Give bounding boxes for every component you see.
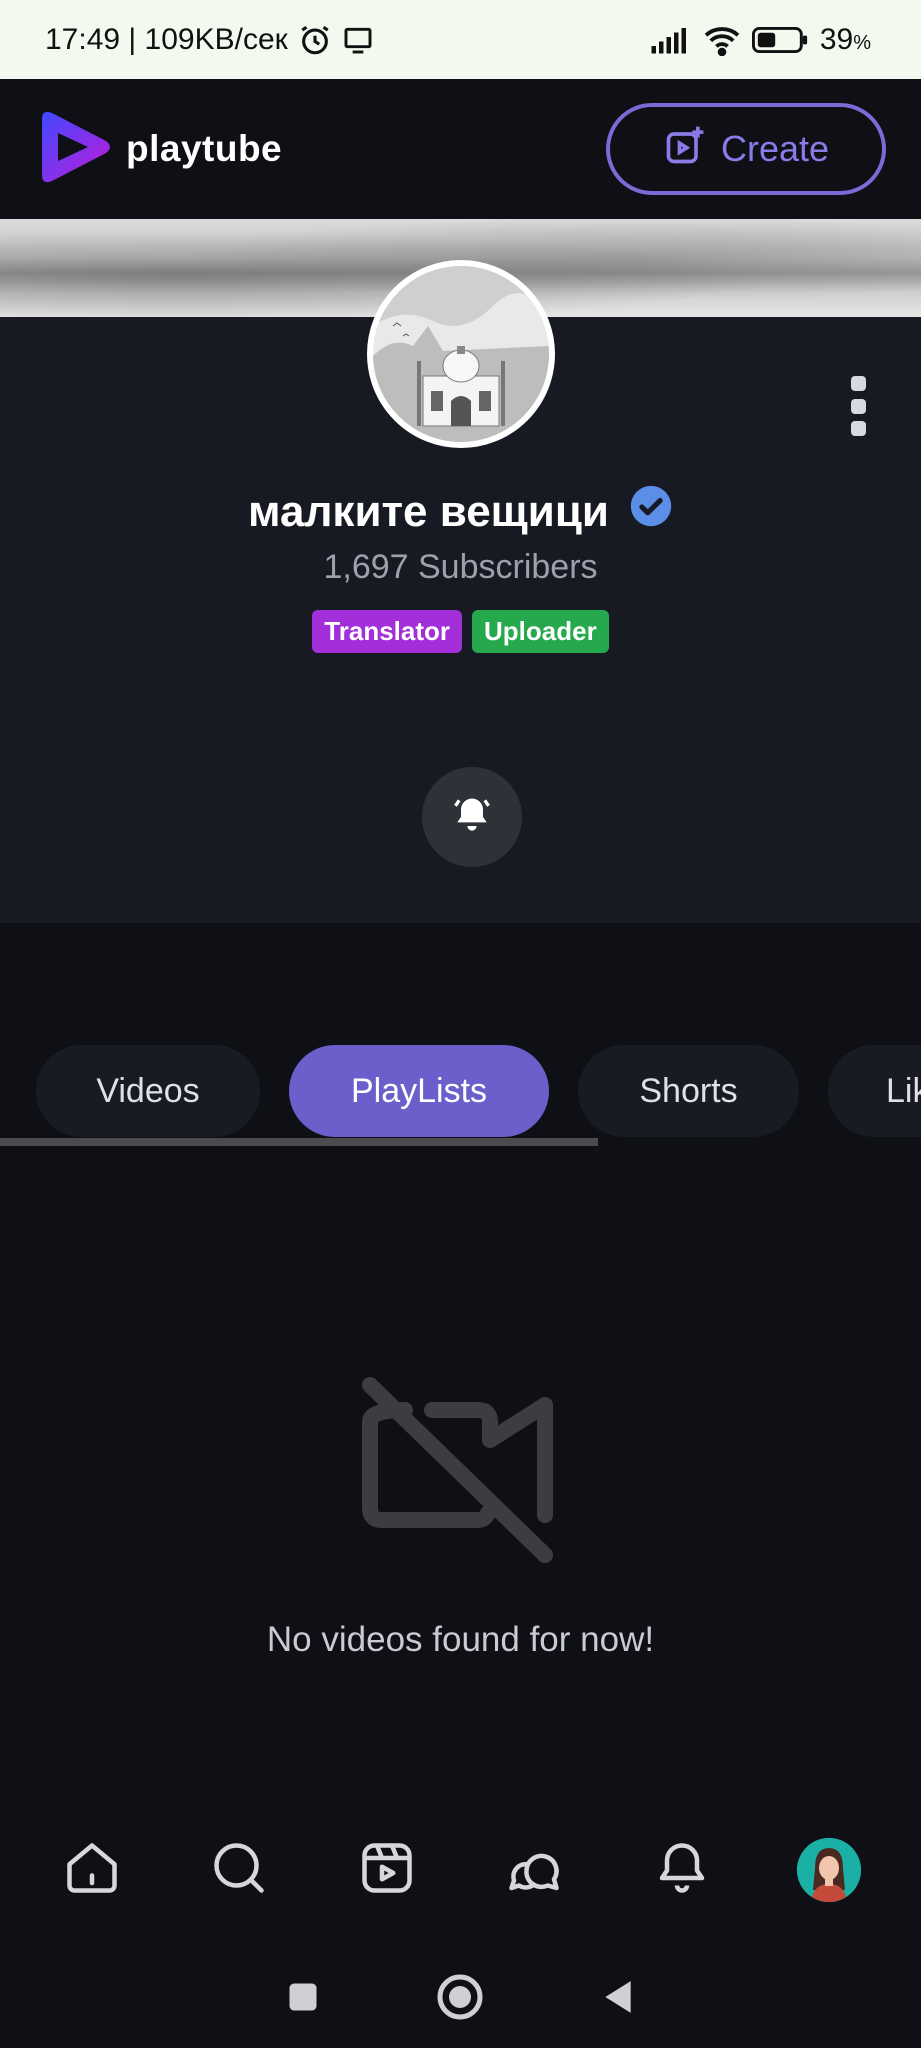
tab-videos[interactable]: Videos [36, 1045, 260, 1137]
video-off-icon [360, 1365, 560, 1570]
cast-icon [342, 24, 374, 56]
tab-playlists[interactable]: PlayLists [289, 1045, 549, 1137]
tab-shorts[interactable]: Shorts [578, 1045, 799, 1137]
create-video-icon [663, 123, 707, 176]
recents-icon[interactable] [285, 1979, 321, 2020]
brand-name: playtube [126, 128, 283, 169]
channel-avatar[interactable] [367, 260, 555, 448]
status-time: 17:49 | 109KB/сек [45, 22, 288, 56]
nav-shorts[interactable] [347, 1830, 427, 1910]
wifi-icon [702, 24, 742, 56]
more-options-button[interactable] [846, 376, 870, 436]
nav-profile[interactable] [789, 1830, 869, 1910]
battery-level: 39 [819, 22, 854, 56]
nav-messages[interactable] [494, 1830, 574, 1910]
brand-logo[interactable]: playtube [34, 105, 282, 194]
home-icon [62, 1838, 122, 1903]
back-icon[interactable] [599, 1976, 637, 2023]
system-navigation [0, 1950, 921, 2048]
create-button[interactable]: Create [606, 103, 886, 195]
tab-label: Shorts [639, 1071, 738, 1110]
tab-label: PlayLists [350, 1071, 488, 1110]
badge-translator: Translator [312, 610, 463, 653]
subscribe-notifications-button[interactable] [422, 767, 522, 867]
playtube-logo-icon [34, 105, 114, 194]
profile-avatar [797, 1838, 862, 1902]
nav-search[interactable] [199, 1830, 279, 1910]
tab-label: Videos [96, 1071, 200, 1110]
channel-name: малките вещици [248, 486, 609, 536]
chat-icon [504, 1838, 564, 1903]
badge-uploader: Uploader [472, 610, 609, 653]
home-circle-icon[interactable] [436, 1973, 484, 2026]
empty-state-message: No videos found for now! [266, 1620, 655, 1659]
channel-title: малките вещици [0, 484, 921, 539]
battery-unit: % [853, 31, 871, 54]
create-label: Create [720, 128, 830, 169]
tab-label: Lik [886, 1071, 921, 1110]
role-badges: Translator Uploader [0, 610, 921, 653]
tab-liked[interactable]: Lik [828, 1045, 921, 1137]
nav-notifications[interactable] [642, 1830, 722, 1910]
shorts-icon [357, 1838, 417, 1903]
subscriber-count: 1,697 Subscribers [323, 548, 598, 586]
bottom-navigation [0, 1820, 921, 1920]
app-bar: playtube Create [0, 79, 921, 219]
bell-ring-icon [450, 793, 494, 842]
tabs-scroll-indicator [0, 1138, 598, 1146]
signal-icon [650, 25, 692, 55]
battery-icon [751, 25, 810, 55]
search-icon [209, 1838, 269, 1903]
status-bar: 17:49 | 109KB/сек 39% [0, 0, 921, 79]
notifications-icon [652, 1838, 712, 1903]
channel-tabs: Videos PlayLists Shorts Lik [0, 1045, 921, 1139]
nav-home[interactable] [52, 1830, 132, 1910]
verified-icon [629, 484, 673, 539]
alarm-icon [298, 23, 332, 57]
